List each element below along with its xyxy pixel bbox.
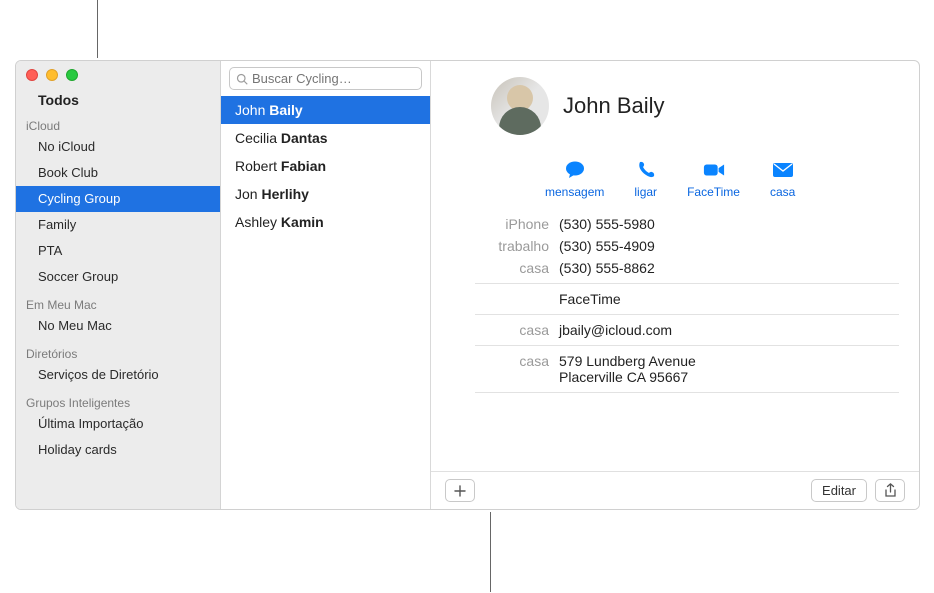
- contact-detail: John Baily mensagem ligar: [431, 61, 919, 509]
- add-button[interactable]: [445, 479, 475, 502]
- field-label: casa: [431, 322, 559, 338]
- action-label: casa: [770, 185, 795, 199]
- field-label: casa: [431, 260, 559, 276]
- zoom-button[interactable]: [66, 69, 78, 81]
- sidebar-all-contacts[interactable]: Todos: [16, 89, 220, 111]
- contact-row[interactable]: Robert Fabian: [221, 152, 430, 180]
- facetime-action[interactable]: FaceTime: [687, 159, 740, 199]
- field-label: casa: [431, 353, 559, 369]
- minimize-button[interactable]: [46, 69, 58, 81]
- sidebar-item-cycling-group[interactable]: Cycling Group: [16, 186, 220, 212]
- sidebar-item-family[interactable]: Family: [16, 212, 220, 238]
- sidebar-item-soccer-group[interactable]: Soccer Group: [16, 264, 220, 290]
- phone-icon: [635, 159, 657, 181]
- action-label: FaceTime: [687, 185, 740, 199]
- message-icon: [564, 159, 586, 181]
- field-value: (530) 555-5980: [559, 216, 899, 232]
- message-action[interactable]: mensagem: [545, 159, 604, 199]
- video-icon: [703, 159, 725, 181]
- avatar[interactable]: [491, 77, 549, 135]
- separator: [475, 314, 899, 315]
- address-row[interactable]: casa 579 Lundberg Avenue Placerville CA …: [431, 350, 899, 388]
- field-value: (530) 555-4909: [559, 238, 899, 254]
- field-value: (530) 555-8862: [559, 260, 899, 276]
- callout-line-top: [97, 0, 98, 58]
- contact-row[interactable]: Jon Herlihy: [221, 180, 430, 208]
- sidebar-item-pta[interactable]: PTA: [16, 238, 220, 264]
- sidebar-item-directory-services[interactable]: Serviços de Diretório: [16, 362, 220, 388]
- field-label: iPhone: [431, 216, 559, 232]
- contacts-window: Todos iCloud No iCloud Book Club Cycling…: [15, 60, 920, 510]
- callout-line-bottom: [490, 512, 491, 592]
- phone-row[interactable]: iPhone (530) 555-5980: [431, 213, 899, 235]
- sidebar-item-no-icloud[interactable]: No iCloud: [16, 134, 220, 160]
- sidebar-section-header: iCloud: [16, 111, 220, 134]
- field-label: trabalho: [431, 238, 559, 254]
- search-icon: [236, 73, 248, 85]
- window-controls: [26, 69, 78, 81]
- plus-icon: [454, 485, 466, 497]
- sidebar-item-no-meu-mac[interactable]: No Meu Mac: [16, 313, 220, 339]
- sidebar-section-header: Diretórios: [16, 339, 220, 362]
- sidebar-item-book-club[interactable]: Book Club: [16, 160, 220, 186]
- email-row[interactable]: casa jbaily@icloud.com: [431, 319, 899, 341]
- share-icon: [884, 483, 897, 498]
- share-button[interactable]: [875, 479, 905, 502]
- close-button[interactable]: [26, 69, 38, 81]
- sidebar-item-holiday-cards[interactable]: Holiday cards: [16, 437, 220, 463]
- action-label: ligar: [634, 185, 657, 199]
- search-field[interactable]: [229, 67, 422, 90]
- field-value: FaceTime: [559, 291, 899, 307]
- envelope-icon: [772, 159, 794, 181]
- separator: [475, 283, 899, 284]
- sidebar-section-header: Em Meu Mac: [16, 290, 220, 313]
- call-action[interactable]: ligar: [634, 159, 657, 199]
- facetime-row[interactable]: FaceTime: [431, 288, 899, 310]
- action-label: mensagem: [545, 185, 604, 199]
- detail-toolbar: Editar: [431, 471, 919, 509]
- sidebar-item-last-import[interactable]: Última Importação: [16, 411, 220, 437]
- separator: [475, 345, 899, 346]
- contact-row[interactable]: Ashley Kamin: [221, 208, 430, 236]
- contact-name: John Baily: [563, 93, 665, 119]
- field-value: jbaily@icloud.com: [559, 322, 899, 338]
- phone-row[interactable]: casa (530) 555-8862: [431, 257, 899, 279]
- search-input[interactable]: [252, 71, 428, 86]
- mail-action[interactable]: casa: [770, 159, 795, 199]
- sidebar: Todos iCloud No iCloud Book Club Cycling…: [16, 61, 221, 509]
- field-value: 579 Lundberg Avenue Placerville CA 95667: [559, 353, 899, 385]
- sidebar-section-header: Grupos Inteligentes: [16, 388, 220, 411]
- separator: [475, 392, 899, 393]
- contact-row[interactable]: John Baily: [221, 96, 430, 124]
- contact-list: John Baily Cecilia Dantas Robert Fabian …: [221, 61, 431, 509]
- contact-row[interactable]: Cecilia Dantas: [221, 124, 430, 152]
- edit-button[interactable]: Editar: [811, 479, 867, 502]
- quick-actions: mensagem ligar FaceTime: [431, 145, 919, 209]
- phone-row[interactable]: trabalho (530) 555-4909: [431, 235, 899, 257]
